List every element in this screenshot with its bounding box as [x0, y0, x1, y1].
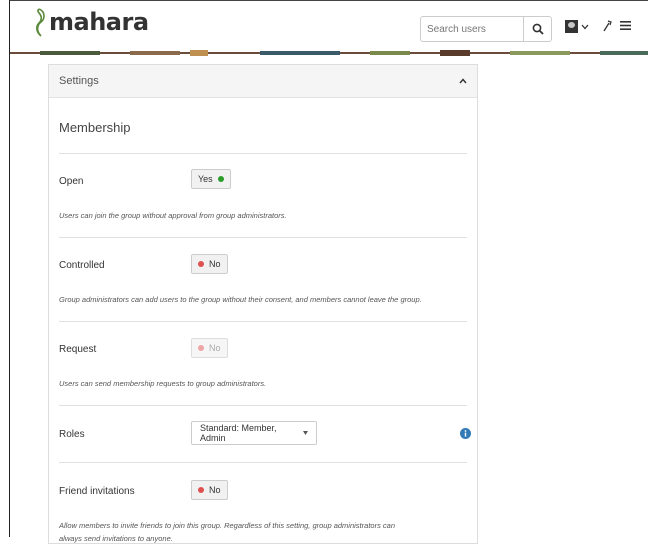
settings-panel: Settings Membership Open Yes Users can j… — [48, 64, 478, 544]
settings-panel-header[interactable]: Settings — [49, 65, 477, 98]
user-menu-toggle[interactable] — [565, 20, 589, 33]
status-off-icon — [198, 487, 204, 493]
controlled-toggle[interactable]: No — [191, 254, 228, 274]
leaf-icon — [36, 8, 45, 37]
controlled-description: Group administrators can add users to th… — [59, 295, 422, 304]
roles-select[interactable]: Standard: Member, Admin — [191, 421, 317, 445]
logo-text: mahara — [49, 8, 149, 36]
status-off-icon — [198, 261, 204, 267]
membership-legend: Membership — [59, 120, 131, 135]
friend-invitations-toggle-value: No — [209, 485, 221, 495]
open-description: Users can join the group without approva… — [59, 211, 287, 220]
request-description: Users can send membership requests to gr… — [59, 379, 267, 388]
chevron-down-icon — [581, 24, 589, 29]
caret-down-icon — [303, 431, 308, 435]
decorative-stripe — [10, 50, 648, 56]
open-toggle[interactable]: Yes — [191, 169, 231, 189]
avatar — [565, 20, 578, 33]
status-on-icon — [217, 176, 224, 182]
divider — [59, 237, 467, 238]
divider — [59, 462, 467, 463]
divider — [59, 153, 467, 154]
divider — [59, 321, 467, 322]
search-box — [420, 16, 552, 42]
search-icon — [532, 23, 544, 35]
roles-selected-value: Standard: Member, Admin — [200, 423, 277, 443]
controlled-label: Controlled — [59, 260, 105, 271]
hamburger-menu-icon[interactable] — [620, 20, 631, 31]
divider — [59, 405, 467, 406]
mahara-logo[interactable]: mahara — [34, 7, 149, 37]
controlled-toggle-value: No — [209, 259, 221, 269]
open-label: Open — [59, 176, 84, 187]
open-toggle-value: Yes — [198, 174, 213, 184]
site-header: mahara — [10, 1, 648, 51]
search-button[interactable] — [523, 17, 551, 41]
friend-invitations-toggle[interactable]: No — [191, 480, 228, 500]
request-toggle-value: No — [209, 343, 221, 353]
info-icon[interactable] — [460, 428, 471, 439]
settings-title: Settings — [59, 75, 99, 87]
chevron-up-icon[interactable] — [459, 78, 467, 84]
friend-invitations-label: Friend invitations — [59, 486, 135, 497]
roles-label: Roles — [59, 429, 85, 440]
wrench-icon[interactable] — [602, 20, 612, 32]
request-toggle: No — [191, 338, 228, 358]
search-input[interactable] — [421, 17, 523, 41]
friend-invitations-description: Allow members to invite friends to join … — [59, 521, 395, 543]
window-frame-left — [9, 0, 10, 537]
request-label: Request — [59, 344, 97, 355]
status-off-icon — [198, 345, 204, 351]
